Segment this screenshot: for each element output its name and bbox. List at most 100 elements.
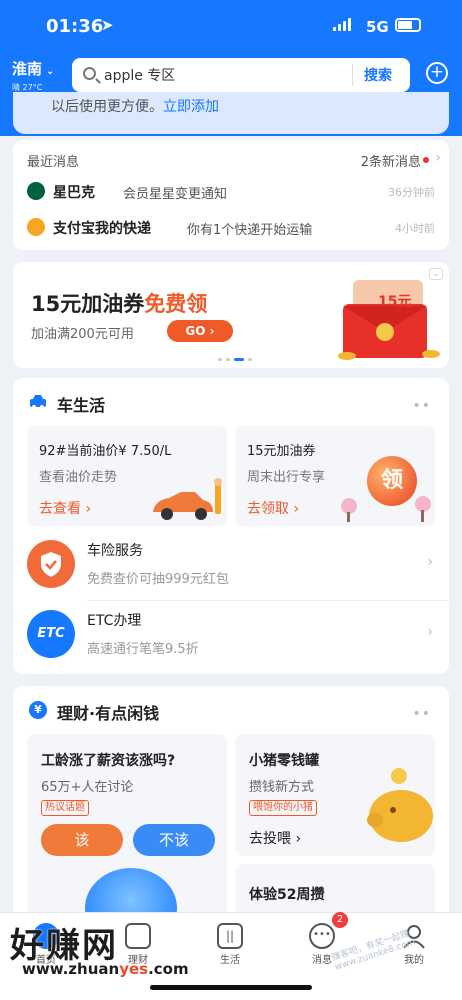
search-divider <box>352 64 353 86</box>
chevron-right-icon: › <box>435 150 441 166</box>
message-text: 会员星星变更通知 <box>123 187 228 202</box>
weekly-title: 体验52周攒 <box>249 887 325 903</box>
car-refuel-illustration <box>153 478 222 520</box>
salary-poll-card[interactable]: 工龄涨了薪资该涨吗? 65万+人在讨论 热议话题 该 不该 <box>27 734 227 924</box>
message-item[interactable]: 星巴克 会员星星变更通知 36分钟前 <box>27 180 435 204</box>
fuel-price-link[interactable]: 去查看 › <box>39 498 91 518</box>
message-icon: ••• <box>309 923 335 949</box>
message-sender: 星巴克 <box>53 185 95 201</box>
chevron-right-icon: › <box>427 624 433 640</box>
section-title: 理财·有点闲钱 <box>57 704 160 723</box>
vote-no-button[interactable]: 不该 <box>133 824 215 856</box>
tab-life[interactable]: || 生活 <box>184 913 276 973</box>
piggy-bank-card[interactable]: 小猪零钱罐 攒钱新方式 喂饱你的小猪 去投喂 › <box>235 734 435 856</box>
chevron-down-icon: ⌄ <box>46 66 55 77</box>
carousel-dots <box>218 358 252 361</box>
envelope-label: 15元 <box>378 294 411 310</box>
banner-text: 以后使用更方便。 <box>51 99 163 115</box>
blossom-tree-illustration <box>341 496 431 522</box>
collapse-ad-icon[interactable]: ⌄ <box>429 268 443 280</box>
location-arrow-icon: ➤ <box>101 16 114 34</box>
city-name: 淮南 <box>12 60 43 78</box>
search-icon <box>83 67 96 80</box>
fuel-coupon-card[interactable]: 15元加油券 周末出行专享 去领取 › 领 <box>235 426 435 526</box>
go-button[interactable]: GO › <box>167 320 233 342</box>
city-selector[interactable]: 淮南 ⌄ <box>12 58 54 79</box>
status-time: 01:36 <box>46 16 104 37</box>
ad-subtitle: 加油满200元可用 <box>31 327 134 342</box>
etc-icon: ETC <box>27 610 75 658</box>
status-bar: 01:36 ➤ 5G <box>0 0 462 56</box>
service-title: ETC办理 <box>87 613 142 629</box>
fuel-price-subtitle: 查看油价走势 <box>39 470 118 485</box>
message-time: 4小时前 <box>395 222 435 235</box>
message-text: 你有1个快递开始运输 <box>187 223 313 238</box>
coupon-subtitle: 周末出行专享 <box>247 470 326 485</box>
more-options-icon[interactable]: •• <box>412 706 431 722</box>
shield-icon <box>27 540 75 588</box>
search-button[interactable]: 搜索 <box>364 65 392 85</box>
piggy-tag: 喂饱你的小猪 <box>249 800 317 816</box>
ad-title: 15元加油券免费领 <box>31 288 207 318</box>
network-type: 5G <box>366 18 389 36</box>
watermark-url: www.zhuanyes.com <box>22 960 189 978</box>
poll-subtitle: 65万+人在讨论 <box>41 780 134 795</box>
hot-topic-tag: 热议话题 <box>41 800 89 816</box>
ad-title-accent: 免费领 <box>144 292 208 316</box>
home-indicator <box>150 985 312 990</box>
piggy-subtitle: 攒钱新方式 <box>249 780 315 795</box>
cellular-signal-icon <box>333 18 351 31</box>
car-life-section: 车生活 •• 92#当前油价¥ 7.50/L 查看油价走势 去查看 › 15元加… <box>13 378 449 674</box>
recent-messages-card: 最近消息 2条新消息 › 星巴克 会员星星变更通知 36分钟前 支付宝我的快递 … <box>13 140 449 250</box>
fuel-price-title: 92#当前油价¥ 7.50/L <box>39 444 172 459</box>
go-button-label: GO <box>185 324 206 338</box>
fuel-price-card[interactable]: 92#当前油价¥ 7.50/L 查看油价走势 去查看 › <box>27 426 227 526</box>
finance-section: ¥ 理财·有点闲钱 •• 工龄涨了薪资该涨吗? 65万+人在讨论 热议话题 该 … <box>13 686 449 926</box>
more-options-icon[interactable]: •• <box>412 398 431 414</box>
search-bar[interactable]: apple 专区 搜索 <box>72 58 410 92</box>
service-title: 车险服务 <box>87 543 143 559</box>
coupon-link[interactable]: 去领取 › <box>247 498 299 518</box>
divider <box>87 600 449 601</box>
tab-label: 生活 <box>220 955 240 966</box>
messages-title: 最近消息 <box>27 155 80 170</box>
search-input[interactable]: apple 专区 <box>104 65 175 85</box>
unread-dot <box>423 157 429 163</box>
battery-icon <box>395 18 421 32</box>
ad-title-main: 15元加油券 <box>31 292 145 316</box>
vote-yes-button[interactable]: 该 <box>41 824 123 856</box>
watermark-url-prefix: www.zhuan <box>22 960 120 978</box>
message-badge: 2 <box>332 912 348 928</box>
message-time: 36分钟前 <box>388 186 435 199</box>
watermark-url-accent: yes <box>119 960 149 978</box>
express-delivery-icon <box>27 218 45 236</box>
add-icon[interactable]: + <box>426 62 448 84</box>
message-item[interactable]: 支付宝我的快递 你有1个快递开始运输 4小时前 <box>27 216 435 240</box>
finance-icon <box>125 923 151 949</box>
add-to-home-banner: 以后使用更方便。立即添加 <box>13 92 449 134</box>
new-messages-link[interactable]: 2条新消息 <box>361 151 421 170</box>
car-insurance-row[interactable]: 车险服务 免费查价可抽999元红包 › <box>27 534 435 594</box>
red-envelope-illustration: 15元 <box>338 280 440 360</box>
service-subtitle: 免费查价可抽999元红包 <box>87 572 229 587</box>
life-icon: || <box>217 923 243 949</box>
piggy-link[interactable]: 去投喂 › <box>249 828 301 848</box>
starbucks-logo-icon <box>27 182 45 200</box>
fuel-price-link-label: 去查看 <box>39 501 81 517</box>
service-subtitle: 高速通行笔笔9.5折 <box>87 642 199 657</box>
chevron-right-icon: › <box>427 554 433 570</box>
golden-piggy-illustration <box>367 768 433 842</box>
coupon-title: 15元加油券 <box>247 444 316 459</box>
poll-title: 工龄涨了薪资该涨吗? <box>41 753 176 769</box>
watermark-url-suffix: .com <box>148 960 189 978</box>
message-sender: 支付宝我的快递 <box>53 221 151 237</box>
banner-link[interactable]: 立即添加 <box>163 99 219 115</box>
yen-icon: ¥ <box>29 701 47 719</box>
section-title: 车生活 <box>57 396 106 415</box>
etc-service-row[interactable]: ETC ETC办理 高速通行笔笔9.5折 › <box>27 604 435 664</box>
fuel-coupon-ad[interactable]: 15元加油券免费领 加油满200元可用 GO › 15元 ⌄ <box>13 262 449 368</box>
piggy-title: 小猪零钱罐 <box>249 753 319 769</box>
car-icon <box>30 395 46 409</box>
coupon-link-label: 去领取 <box>247 501 289 517</box>
piggy-link-label: 去投喂 <box>249 831 291 847</box>
